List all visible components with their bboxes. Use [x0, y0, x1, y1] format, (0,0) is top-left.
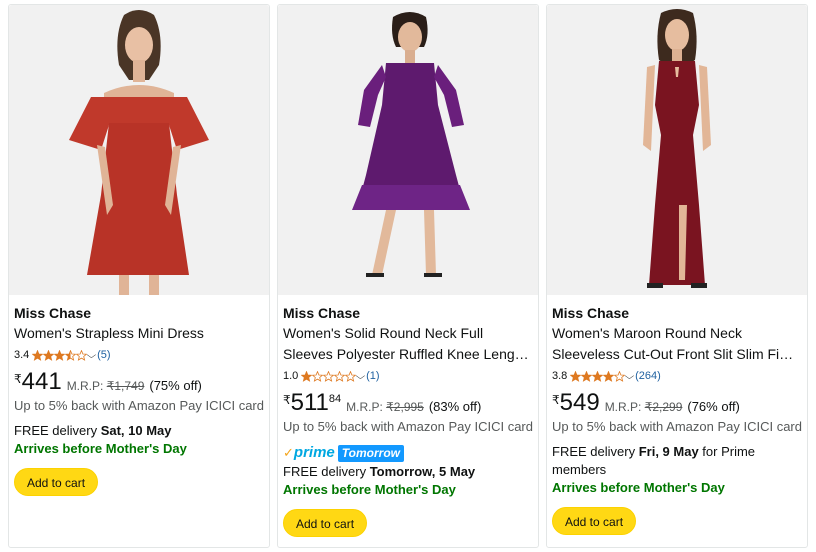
mrp-value: ₹2,299	[644, 400, 683, 414]
product-image[interactable]	[547, 5, 807, 295]
star-full-icon	[54, 349, 66, 361]
add-to-cart-button[interactable]: Add to cart	[283, 509, 368, 537]
title-line: Women's Solid Round Neck Full	[283, 325, 484, 341]
price-whole: 511	[290, 389, 329, 416]
title-line: Sleeveless Cut-Out Front Slit Slim Fi…	[552, 346, 794, 362]
prime-badge: ✓ prime Tomorrow	[283, 443, 535, 463]
price: ₹ 441 M.R.P: ₹1,749 (75% off)	[14, 369, 266, 395]
prime-check-icon: ✓	[283, 445, 294, 460]
cashback-offer: Up to 5% back with Amazon Pay ICICI card	[552, 419, 802, 434]
rating-row[interactable]: 1.0 ⌵ (1)	[283, 367, 535, 385]
star-rating	[301, 370, 357, 382]
delivery-prefix: FREE delivery	[14, 423, 101, 438]
mrp-label: M.R.P:	[66, 379, 104, 393]
mrp-label: M.R.P:	[346, 400, 383, 414]
star-full-icon	[581, 370, 593, 382]
rating-value: 3.4	[14, 349, 30, 361]
product-grid: Miss Chase Women's Strapless Mini Dress …	[0, 0, 816, 552]
star-full-icon	[43, 349, 55, 361]
rating-count[interactable]: (5)	[97, 347, 110, 363]
chevron-down-icon[interactable]: ⌵	[625, 368, 635, 384]
mrp-value: ₹1,749	[106, 379, 145, 393]
add-to-cart-button[interactable]: Add to cart	[14, 468, 99, 496]
prime-logo: prime	[293, 444, 335, 461]
star-half-icon	[65, 349, 77, 361]
arrives-message: Arrives before Mother's Day	[552, 480, 725, 495]
currency-symbol: ₹	[14, 372, 22, 386]
star-rating	[570, 370, 626, 382]
star-full-icon	[592, 370, 604, 382]
discount: (83% off)	[428, 399, 482, 414]
arrives-message: Arrives before Mother's Day	[14, 441, 187, 456]
rating-row[interactable]: 3.8 ⌵ (264)	[552, 367, 804, 385]
cashback-offer: Up to 5% back with Amazon Pay ICICI card	[283, 419, 533, 434]
mrp: M.R.P: ₹2,995	[346, 400, 424, 414]
chevron-down-icon[interactable]: ⌵	[87, 347, 97, 363]
title-line: Women's Strapless Mini Dress	[14, 325, 204, 341]
delivery-info: FREE delivery Tomorrow, 5 May	[283, 463, 535, 481]
title-line: Women's Maroon Round Neck	[552, 325, 742, 341]
product-title[interactable]: Women's Strapless Mini Dress	[14, 323, 266, 344]
brand-name: Miss Chase	[552, 305, 630, 321]
product-card: Miss Chase Women's Strapless Mini Dress …	[8, 4, 270, 548]
currency-symbol: ₹	[552, 393, 560, 407]
delivery-date: Fri, 9 May	[638, 444, 699, 459]
rating-row[interactable]: 3.4 ⌵ (5)	[14, 346, 266, 364]
product-title[interactable]: Women's Maroon Round Neck Sleeveless Cut…	[552, 323, 804, 365]
delivery-prefix: FREE delivery	[283, 464, 370, 479]
star-full-icon	[603, 370, 615, 382]
delivery-date: Sat, 10 May	[100, 423, 172, 438]
rating-value: 1.0	[283, 370, 299, 382]
discount: (75% off)	[149, 378, 202, 393]
mrp-value: ₹2,995	[386, 400, 424, 414]
rating-count[interactable]: (1)	[366, 368, 379, 384]
delivery-date: Tomorrow, 5 May	[369, 464, 476, 479]
brand-name: Miss Chase	[283, 305, 361, 321]
star-full-icon	[301, 370, 313, 382]
currency-symbol: ₹	[283, 393, 291, 407]
mrp: M.R.P: ₹1,749	[67, 379, 145, 393]
cashback-offer: Up to 5% back with Amazon Pay ICICI card	[14, 398, 264, 413]
star-empty-icon	[323, 370, 335, 382]
price-whole: 549	[559, 389, 600, 416]
delivery-prefix: FREE delivery	[552, 444, 639, 459]
price: ₹ 549 M.R.P: ₹2,299 (76% off)	[552, 390, 804, 416]
prime-tomorrow-badge: Tomorrow	[337, 444, 404, 462]
product-image[interactable]	[278, 5, 538, 295]
discount: (76% off)	[687, 399, 740, 414]
red-off-shoulder-dress-photo	[9, 5, 269, 295]
star-rating	[32, 349, 88, 361]
add-to-cart-button[interactable]: Add to cart	[552, 507, 637, 535]
chevron-down-icon[interactable]: ⌵	[356, 368, 366, 384]
mrp: M.R.P: ₹2,299	[605, 400, 683, 414]
title-line: Sleeves Polyester Ruffled Knee Leng…	[283, 346, 529, 362]
rating-value: 3.8	[552, 370, 568, 382]
product-title[interactable]: Women's Solid Round Neck Full Sleeves Po…	[283, 323, 535, 365]
rating-count[interactable]: (264)	[635, 368, 661, 384]
price-whole: 441	[21, 368, 62, 395]
purple-ruffle-dress-photo	[278, 5, 538, 295]
star-full-icon	[570, 370, 582, 382]
price: ₹ 511 84 M.R.P: ₹2,995 (83% off)	[283, 390, 535, 416]
price-fraction: 84	[328, 393, 342, 405]
delivery-info: FREE delivery Sat, 10 May	[14, 422, 266, 440]
product-image[interactable]	[9, 5, 269, 295]
product-card: Miss Chase Women's Solid Round Neck Full…	[277, 4, 539, 548]
brand-name: Miss Chase	[14, 305, 92, 321]
arrives-message: Arrives before Mother's Day	[283, 482, 456, 497]
star-full-icon	[32, 349, 44, 361]
product-card: Miss Chase Women's Maroon Round Neck Sle…	[546, 4, 808, 548]
maroon-maxi-dress-photo	[547, 5, 807, 295]
delivery-info: FREE delivery Fri, 9 May for Prime membe…	[552, 443, 804, 479]
star-empty-icon	[334, 370, 346, 382]
mrp-label: M.R.P:	[604, 400, 642, 414]
star-empty-icon	[312, 370, 324, 382]
